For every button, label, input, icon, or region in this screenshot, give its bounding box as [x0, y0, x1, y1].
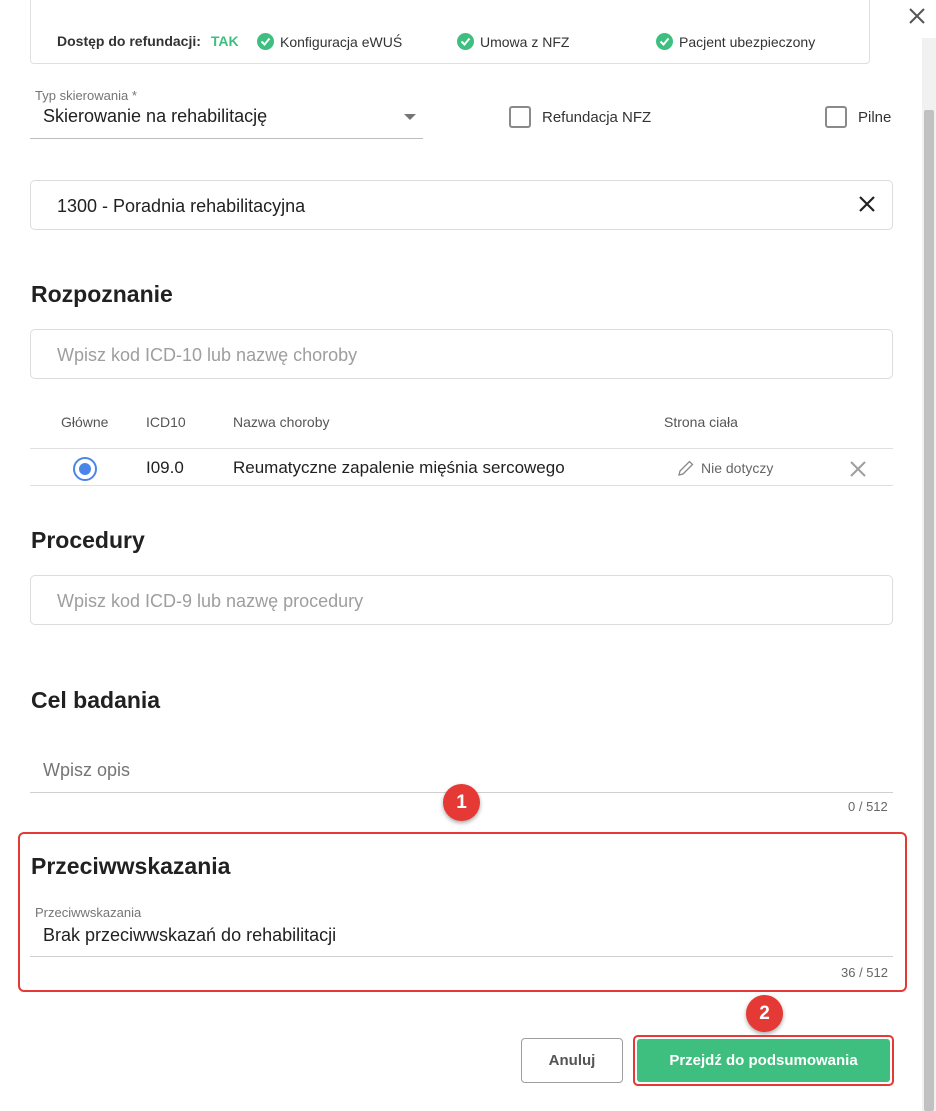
refund-access-label: Dostęp do refundacji: — [57, 33, 201, 49]
main-diagnosis-radio[interactable] — [73, 457, 97, 481]
scrollbar-thumb[interactable] — [924, 110, 934, 1111]
diagnosis-search-placeholder: Wpisz kod ICD-10 lub nazwę choroby — [57, 345, 358, 365]
procedures-search-placeholder: Wpisz kod ICD-9 lub nazwę procedury — [57, 591, 364, 611]
annotation-badge-2: 2 — [746, 995, 783, 1032]
check-insured: Pacjent ubezpieczony — [656, 33, 815, 50]
table-row: I09.0 Reumatyczne zapalenie mięśnia serc… — [30, 448, 893, 486]
contraindications-char-counter: 36 / 512 — [841, 965, 888, 980]
pencil-icon — [678, 460, 694, 476]
disease-name: Reumatyczne zapalenie mięśnia sercowego — [233, 458, 565, 477]
cancel-button[interactable]: Anuluj — [521, 1038, 623, 1083]
referral-type-select[interactable]: Typ skierowania * Skierowanie na rehabil… — [30, 85, 423, 139]
annotation-badge-1: 1 — [443, 784, 480, 821]
check-nfz-contract: Umowa z NFZ — [457, 33, 569, 50]
diagnosis-search-input[interactable]: Wpisz kod ICD-10 lub nazwę choroby — [30, 329, 893, 379]
referral-type-label: Typ skierowania * — [35, 88, 137, 103]
contraindications-value: Brak przeciwwskazań do rehabilitacji — [43, 925, 337, 945]
procedures-search-input[interactable]: Wpisz kod ICD-9 lub nazwę procedury — [30, 575, 893, 625]
contraindications-textarea[interactable]: Przeciwwskazania Brak przeciwwskazań do … — [30, 900, 893, 957]
check-circle-icon — [457, 33, 474, 50]
close-icon[interactable] — [905, 4, 929, 28]
column-header-main: Główne — [61, 414, 109, 430]
checkbox-icon[interactable] — [825, 106, 847, 128]
check-label: Konfiguracja eWUŚ — [280, 33, 403, 50]
check-label: Umowa z NFZ — [480, 33, 570, 50]
check-circle-icon — [257, 33, 274, 50]
icd10-code: I09.0 — [146, 458, 184, 477]
clear-icon[interactable] — [857, 194, 877, 214]
purpose-char-counter: 0 / 512 — [848, 799, 888, 814]
referral-type-value: Skierowanie na rehabilitację — [43, 106, 268, 126]
contraindications-title: Przeciwwskazania — [31, 853, 231, 879]
dropdown-arrow-icon[interactable] — [404, 114, 416, 120]
column-header-body-side: Strona ciała — [664, 414, 738, 430]
purpose-title: Cel badania — [31, 687, 161, 713]
body-side-edit[interactable]: Nie dotyczy — [677, 459, 773, 477]
body-side-value: Nie dotyczy — [701, 460, 774, 476]
refund-access: Dostęp do refundacji: TAK — [57, 33, 239, 49]
refund-info-panel: Dostęp do refundacji: TAK Konfiguracja e… — [30, 0, 870, 64]
column-header-name: Nazwa choroby — [233, 414, 330, 430]
clinic-value: 1300 - Poradnia rehabilitacyjna — [57, 196, 306, 216]
procedures-title: Procedury — [31, 527, 145, 553]
column-header-icd10: ICD10 — [146, 414, 186, 430]
check-circle-icon — [656, 33, 673, 50]
clinic-field[interactable]: 1300 - Poradnia rehabilitacyjna — [30, 180, 893, 230]
purpose-placeholder: Wpisz opis — [43, 760, 131, 780]
refund-access-value: TAK — [210, 33, 239, 49]
diagnosis-title: Rozpoznanie — [31, 281, 173, 307]
checkbox-icon[interactable] — [509, 106, 531, 128]
urgent-checkbox[interactable]: Pilne — [825, 106, 891, 128]
go-to-summary-button[interactable]: Przejdź do podsumowania — [637, 1039, 890, 1082]
refund-nfz-label: Refundacja NFZ — [542, 108, 652, 126]
check-ewus: Konfiguracja eWUŚ — [257, 33, 402, 50]
check-label: Pacjent ubezpieczony — [679, 33, 816, 50]
contraindications-label: Przeciwwskazania — [35, 905, 142, 920]
urgent-label: Pilne — [858, 108, 892, 126]
refund-nfz-checkbox[interactable]: Refundacja NFZ — [509, 106, 651, 128]
delete-row-icon[interactable] — [848, 459, 868, 479]
